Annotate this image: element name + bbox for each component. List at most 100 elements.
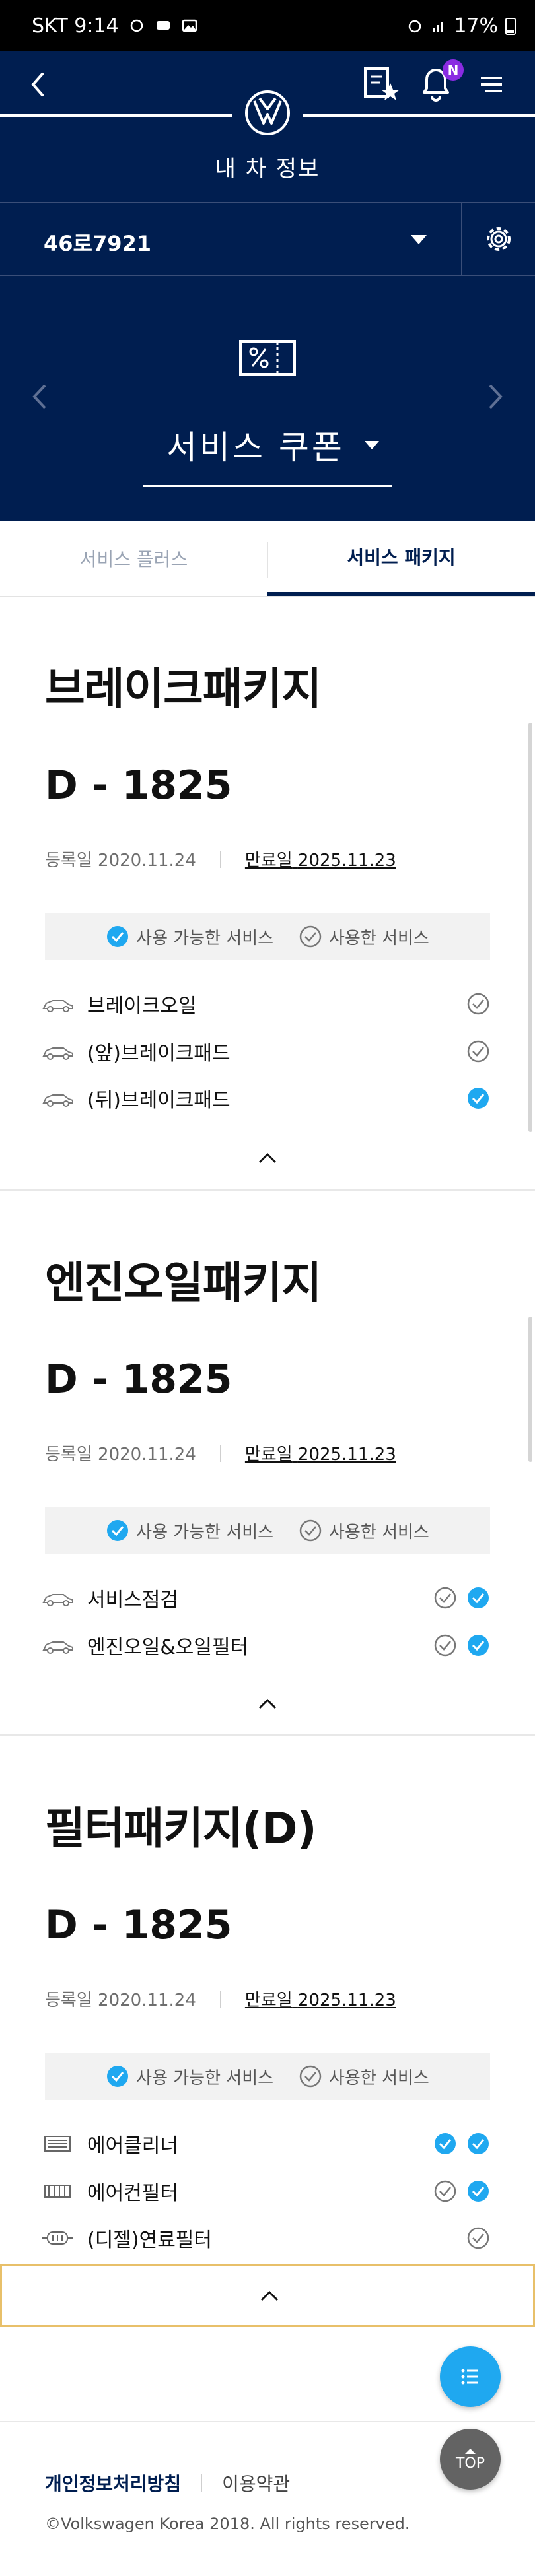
check-filled-icon [107, 926, 129, 947]
expiry-value: 2025.11.23 [297, 1991, 396, 2010]
check-outline-icon [467, 993, 489, 1015]
favorites-icon[interactable] [360, 62, 402, 104]
legend-used-label: 사용한 서비스 [329, 1522, 429, 1542]
expiry-label: 만료일 [244, 1991, 293, 2010]
expiry-date: 만료일 2025.11.23 [245, 1987, 396, 2011]
service-checks [433, 2179, 490, 2203]
check-outline-icon [467, 2227, 489, 2249]
check-outline-icon [467, 1040, 489, 1063]
car-icon [42, 1594, 73, 1606]
registered-date: 등록일 2020.11.24 [45, 1445, 196, 1465]
service-item: 엔진오일&오일필터 [41, 1627, 490, 1664]
coupon-type-dropdown[interactable]: 서비스 쿠폰 [143, 421, 392, 487]
car-icon [42, 1641, 73, 1654]
logo-divider-right [303, 114, 535, 117]
legend-available: 사용 가능한 서비스 [106, 2064, 273, 2089]
notification-icon [130, 19, 143, 32]
air-cleaner-icon [44, 2136, 71, 2152]
tab-service-package[interactable]: 서비스 패키지 [268, 521, 535, 596]
volkswagen-logo[interactable] [244, 89, 291, 137]
service-item: 브레이크오일 [41, 985, 490, 1022]
service-legend: 사용 가능한 서비스 사용한 서비스 [45, 2053, 490, 2100]
service-item: 에어클리너 [41, 2125, 490, 2162]
package-dday: D - 1825 [45, 762, 232, 809]
caret-down-icon [365, 441, 379, 449]
service-checks [433, 1586, 490, 1610]
list-icon [461, 2369, 478, 2385]
car-info-header: N 내 차 정보 46로7921 서비스 쿠폰 [0, 51, 535, 521]
service-item: (앞)브레이크패드 [41, 1033, 490, 1070]
signal-icon [433, 22, 443, 32]
service-label: 브레이크오일 [87, 995, 197, 1018]
scrollbar[interactable] [528, 1317, 532, 1462]
service-item: 에어컨필터 [41, 2173, 490, 2210]
coupon-icon [239, 340, 296, 376]
menu-button[interactable] [472, 65, 511, 104]
scrollbar[interactable] [528, 723, 532, 1132]
back-button[interactable] [20, 65, 59, 104]
footer-separator [201, 2474, 203, 2492]
battery-level: 17% [454, 14, 498, 38]
car-icon [42, 1047, 73, 1060]
previous-arrow-icon[interactable] [26, 380, 53, 413]
legend-used-label: 사용한 서비스 [329, 2068, 429, 2088]
collapse-chevron-icon[interactable] [254, 1149, 281, 1168]
service-checks [466, 1086, 490, 1110]
footer-links: 개인정보처리방침 이용약관 [45, 2470, 290, 2496]
tab-label: 서비스 패키지 [347, 546, 456, 568]
caret-down-icon [411, 235, 427, 244]
terms-link[interactable]: 이용약관 [222, 2470, 290, 2496]
service-checks [433, 2132, 490, 2156]
package-title: 엔진오일패키지 [45, 1257, 322, 1308]
service-label: (앞)브레이크패드 [87, 1042, 231, 1065]
service-legend: 사용 가능한 서비스 사용한 서비스 [45, 1507, 490, 1554]
package-dates: 등록일 2020.11.24 만료일 2025.11.23 [45, 847, 396, 871]
expiry-label: 만료일 [244, 1445, 293, 1465]
service-label: 엔진오일&오일필터 [87, 1636, 249, 1659]
collapse-chevron-icon[interactable] [254, 1695, 281, 1713]
car-status-icon [156, 21, 170, 30]
legend-available-label: 사용 가능한 서비스 [136, 928, 274, 948]
service-item: (뒤)브레이크패드 [41, 1080, 490, 1117]
expiry-label: 만료일 [244, 851, 293, 871]
check-filled-icon [468, 2181, 489, 2202]
next-arrow-icon[interactable] [482, 380, 509, 413]
service-legend: 사용 가능한 서비스 사용한 서비스 [45, 913, 490, 960]
tab-service-plus[interactable]: 서비스 플러스 [0, 521, 268, 596]
legend-used: 사용한 서비스 [299, 925, 429, 949]
notifications-button[interactable]: N [417, 59, 464, 104]
arrow-up-icon [465, 2448, 476, 2454]
check-filled-icon [107, 2066, 129, 2087]
package-divider [0, 1734, 535, 1736]
expiry-value: 2025.11.23 [297, 851, 396, 871]
car-select-dropdown[interactable]: 46로7921 [0, 203, 461, 275]
legend-used: 사용한 서비스 [299, 1519, 429, 1543]
car-selector-row: 46로7921 [0, 202, 535, 276]
check-outline-icon [434, 2180, 456, 2202]
package-dates: 등록일 2020.11.24 만료일 2025.11.23 [45, 1441, 396, 1465]
check-filled-icon [468, 2133, 489, 2154]
package-divider [0, 1189, 535, 1191]
check-filled-icon [435, 2133, 456, 2154]
image-status-icon [182, 19, 197, 32]
settings-button[interactable] [461, 203, 535, 275]
legend-available: 사용 가능한 서비스 [106, 1519, 273, 1543]
service-checks [433, 1634, 490, 1657]
check-filled-icon [468, 1635, 489, 1656]
package-collapse-bar[interactable] [0, 2264, 535, 2327]
check-filled-icon [468, 1088, 489, 1109]
date-separator [219, 1990, 221, 2008]
gear-icon [487, 227, 511, 251]
service-checks [466, 992, 490, 1016]
service-checks [466, 2226, 490, 2250]
page-title: 내 차 정보 [215, 156, 320, 182]
ac-filter-icon [44, 2185, 71, 2198]
list-menu-button[interactable] [440, 2346, 501, 2407]
privacy-policy-link[interactable]: 개인정보처리방침 [45, 2470, 181, 2496]
check-outline-icon [299, 925, 322, 948]
notification-badge: N [443, 59, 464, 81]
package-dday: D - 1825 [45, 1902, 232, 1948]
scroll-top-button[interactable]: TOP [440, 2429, 501, 2490]
service-item: (디젤)연료필터 [41, 2220, 490, 2257]
expiry-date: 만료일 2025.11.23 [245, 847, 396, 871]
